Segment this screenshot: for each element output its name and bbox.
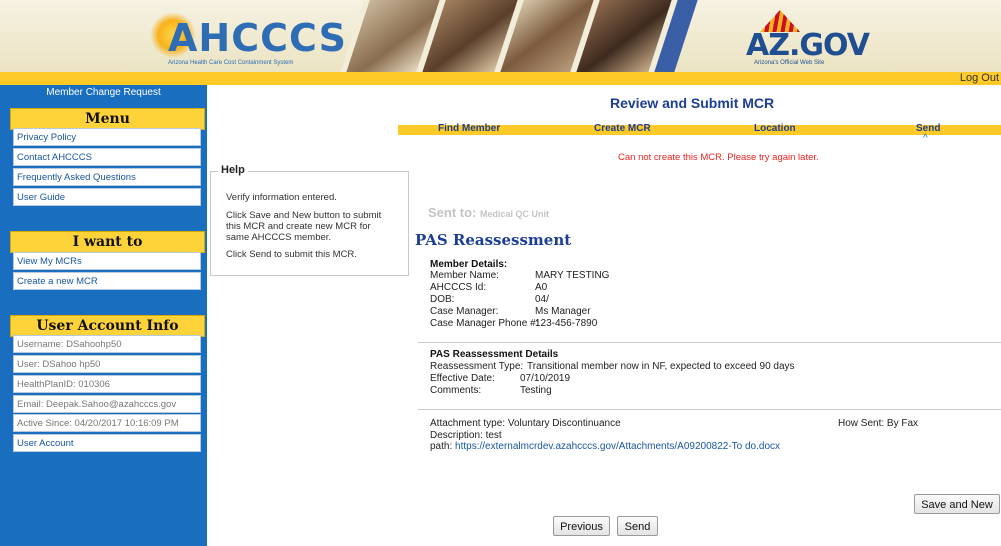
sidebar-item-user-guide[interactable]: User Guide <box>13 188 201 206</box>
help-title: Help <box>218 164 248 176</box>
member-name-label: Member Name: <box>430 270 499 281</box>
sent-to-value: Medical QC Unit <box>480 209 550 219</box>
member-details-heading: Member Details: <box>430 259 508 270</box>
reassessment-type-value: Transitional member now in NF, expected … <box>527 361 795 372</box>
attachment-description-value: test <box>485 430 502 441</box>
redaction <box>549 283 599 292</box>
pas-details-heading: PAS Reassessment Details <box>430 349 559 360</box>
case-manager-value: Ms Manager <box>535 306 591 317</box>
header-banner: AHCCCS Arizona Health Care Cost Containm… <box>0 0 1001 73</box>
attachment-path: path: https://externalmcrdev.azahcccs.go… <box>430 441 780 452</box>
effective-date-label: Effective Date: <box>430 373 495 384</box>
menu-heading: Menu <box>10 108 205 130</box>
azgov-text: AZ.GOV <box>746 28 870 63</box>
attachment-type-label: Attachment type: <box>430 418 506 429</box>
active-step-caret-icon: ^ <box>923 133 928 144</box>
case-manager-phone-value: 123-456-7890 <box>535 318 598 329</box>
sidebar-item-view-my-mcrs[interactable]: View My MCRs <box>13 252 201 270</box>
ahcccs-id-label: AHCCCS Id: <box>430 282 487 293</box>
how-sent: How Sent: By Fax <box>838 418 918 429</box>
divider <box>418 342 1001 343</box>
member-name-value: MARY TESTING <box>535 270 610 281</box>
how-sent-label: How Sent: <box>838 418 885 429</box>
comments-value: Testing <box>520 385 552 396</box>
attachment-description: Description: test <box>430 430 502 441</box>
pas-reassessment-title: PAS Reassessment <box>415 231 572 249</box>
sidebar-item-contact-ahcccs[interactable]: Contact AHCCCS <box>13 148 201 166</box>
attachment-path-link[interactable]: https://externalmcrdev.azahcccs.gov/Atta… <box>455 441 780 452</box>
save-and-new-button[interactable]: Save and New <box>914 494 1000 514</box>
reassessment-type-label: Reassessment Type: <box>430 361 524 372</box>
top-gold-bar: Log Out <box>0 72 1001 85</box>
attachment-description-label: Description: <box>430 430 483 441</box>
send-button[interactable]: Send <box>617 516 658 536</box>
sidebar-item-privacy-policy[interactable]: Privacy Policy <box>13 128 201 146</box>
help-line: Verify information entered. <box>226 192 337 203</box>
azgov-logo[interactable]: AZ.GOV Arizona's Official Web Site <box>740 10 870 68</box>
redaction <box>552 295 600 304</box>
azgov-subtitle: Arizona's Official Web Site <box>754 60 825 66</box>
i-want-to-heading: I want to <box>10 231 205 253</box>
comments-label: Comments: <box>430 385 482 396</box>
previous-button[interactable]: Previous <box>553 516 610 536</box>
ahcccs-logo[interactable]: AHCCCS Arizona Health Care Cost Containm… <box>150 8 346 68</box>
dob-label: DOB: <box>430 294 455 305</box>
error-message: Can not create this MCR. Please try agai… <box>618 152 819 163</box>
account-active-since: Active Since: 04/20/2017 10:16:09 PM <box>13 414 201 432</box>
case-manager-label: Case Manager: <box>430 306 499 317</box>
help-line: Click Send to submit this MCR. <box>226 249 357 260</box>
step-find-member: Find Member <box>438 123 501 134</box>
wizard-steps: Find Member Create MCR Location Send <box>398 123 1001 135</box>
sent-to: Sent to: Medical QC Unit <box>428 205 549 220</box>
sidebar-item-user-account[interactable]: User Account <box>13 434 201 452</box>
logout-link[interactable]: Log Out <box>960 72 999 84</box>
ahcccs-id-value: A0 <box>535 282 548 293</box>
sidebar-item-faq[interactable]: Frequently Asked Questions <box>13 168 201 186</box>
step-location: Location <box>754 123 796 134</box>
sidebar-item-create-new-mcr[interactable]: Create a new MCR <box>13 272 201 290</box>
user-account-info-heading: User Account Info <box>10 315 205 337</box>
page-title: Review and Submit MCR <box>610 95 775 111</box>
effective-date-value: 07/10/2019 <box>520 373 571 384</box>
help-line: Click Save and New button to submit this… <box>226 210 382 243</box>
step-send: Send <box>916 123 941 134</box>
attachment-type: Attachment type: Voluntary Discontinuanc… <box>430 418 621 429</box>
help-panel: Help Verify information entered. Click S… <box>210 164 409 276</box>
account-email: Email: Deepak.Sahoo@azahcccs.gov <box>13 395 201 413</box>
account-username: Username: DSahoohp50 <box>13 335 201 353</box>
banner-photos <box>312 0 712 72</box>
attachment-path-label: path: <box>430 441 453 452</box>
dob-value: 04/ <box>535 294 549 305</box>
account-healthplan-id: HealthPlanID: 010306 <box>13 375 201 393</box>
sidebar-title: Member Change Request <box>46 87 161 98</box>
sidebar: Member Change Request Menu Privacy Polic… <box>0 85 207 546</box>
logo-subtitle: Arizona Health Care Cost Containment Sys… <box>168 60 294 66</box>
step-create-mcr: Create MCR <box>594 123 651 134</box>
account-user: User: DSahoo hp50 <box>13 355 201 373</box>
how-sent-value: By Fax <box>886 418 919 429</box>
divider <box>418 409 1001 410</box>
case-manager-phone-label: Case Manager Phone #: <box>430 318 539 329</box>
attachment-type-value: Voluntary Discontinuance <box>507 418 621 429</box>
sent-to-label: Sent to: <box>428 205 477 220</box>
